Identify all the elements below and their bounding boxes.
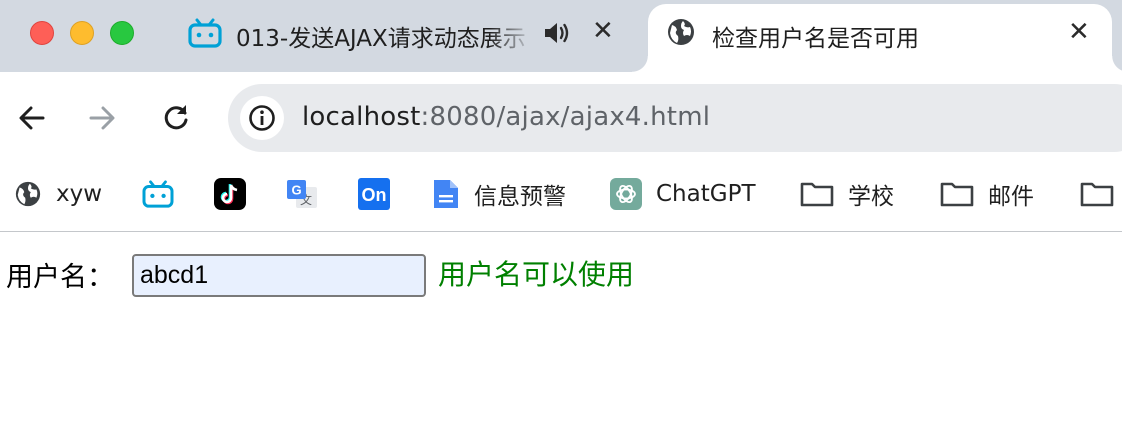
bookmark-label: 学校 [848, 184, 894, 210]
speaker-icon[interactable] [542, 20, 570, 50]
folder-icon [1080, 182, 1114, 207]
globe-icon [15, 181, 41, 207]
window-close-button[interactable] [30, 21, 54, 45]
username-label: 用户名： [6, 262, 114, 293]
bookmark-chatgpt[interactable]: ChatGPT [610, 178, 756, 210]
globe-icon [666, 17, 696, 51]
arrow-left-icon [19, 106, 45, 130]
forward-button[interactable] [86, 102, 118, 134]
bookmark-folder[interactable] [1080, 178, 1114, 210]
window-maximize-button[interactable] [110, 21, 134, 45]
chatgpt-icon [610, 178, 642, 210]
onshape-icon-text: On [362, 185, 387, 205]
url-host: localhost [302, 102, 421, 132]
reload-icon [164, 105, 188, 130]
bookmark-xyw[interactable]: xyw [14, 178, 102, 210]
window-minimize-button[interactable] [70, 21, 94, 45]
svg-text:G: G [291, 183, 301, 198]
bookmark-label: 邮件 [988, 184, 1034, 210]
bookmark-folder-xuexiao[interactable]: 学校 [800, 178, 894, 210]
bookmark-label: xyw [56, 181, 103, 207]
back-button[interactable] [16, 102, 48, 134]
bookmark-folder-youjian[interactable]: 邮件 [940, 178, 1034, 210]
username-input[interactable] [132, 254, 426, 297]
username-status-message: 用户名可以使用 [438, 258, 635, 291]
bookmark-tiktok[interactable] [214, 178, 246, 210]
bookmarks-bar: xyw 文 G On 信息预警 ChatGPT 学校 邮件 [0, 164, 1122, 232]
folder-icon [940, 182, 974, 207]
tab-strip: 013-发送AJAX请求动态展示 ✕ 检查用户名是否可用 ✕ [0, 0, 1122, 72]
tab-title: 013-发送AJAX请求动态展示 [236, 26, 526, 52]
bookmark-label: ChatGPT [656, 181, 756, 207]
tab-check-username[interactable]: 检查用户名是否可用 ✕ [632, 4, 1122, 72]
bookmark-xinxi-yujing[interactable]: 信息预警 [432, 178, 566, 210]
bookmark-bilibili[interactable] [142, 178, 174, 210]
google-docs-icon [434, 180, 458, 208]
google-translate-icon: 文 G [287, 180, 317, 208]
site-info-button[interactable] [240, 96, 284, 140]
page-content: 用户名： 用户名可以使用 [0, 233, 1122, 424]
folder-icon [800, 182, 834, 207]
tab-ajax-video[interactable]: 013-发送AJAX请求动态展示 ✕ [172, 0, 646, 72]
tiktok-icon [214, 178, 246, 210]
bilibili-icon [188, 18, 222, 52]
url-text[interactable]: localhost:8080/ajax/ajax4.html [302, 102, 710, 132]
url-path: :8080/ajax/ajax4.html [420, 102, 711, 132]
tab-title: 检查用户名是否可用 [712, 26, 919, 52]
browser-toolbar: localhost:8080/ajax/ajax4.html [0, 72, 1122, 164]
onshape-icon: On [358, 178, 390, 210]
close-icon[interactable]: ✕ [592, 16, 614, 46]
address-bar[interactable]: localhost:8080/ajax/ajax4.html [228, 84, 1122, 152]
bookmark-google-translate[interactable]: 文 G [286, 178, 318, 210]
arrow-right-icon [89, 106, 115, 130]
bookmark-label: 信息预警 [474, 184, 566, 210]
bookmark-onshape[interactable]: On [358, 178, 390, 210]
close-icon[interactable]: ✕ [1068, 17, 1090, 47]
reload-button[interactable] [160, 102, 192, 134]
info-icon [249, 105, 275, 131]
bilibili-icon [142, 180, 174, 208]
